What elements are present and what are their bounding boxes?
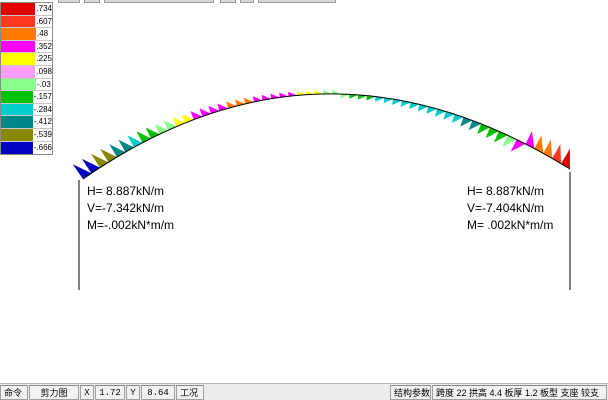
legend-item: .734 <box>1 3 52 16</box>
legend-swatch <box>1 116 33 128</box>
shear-fill-layer <box>72 89 570 179</box>
left-m-value: M=-.002kN*m/m <box>87 218 175 232</box>
y-label: Y <box>126 384 140 400</box>
legend-label: .352 <box>36 41 52 51</box>
y-coordinate: 8.64 <box>141 384 175 400</box>
legend-item: .225 <box>1 53 52 66</box>
legend-label: -.666 <box>33 142 52 152</box>
shear-segment <box>323 90 332 94</box>
x-label: X <box>80 384 94 400</box>
legend-swatch <box>1 15 36 28</box>
legend-item: .607 <box>1 15 52 29</box>
struct-params-label: 结构参数 <box>390 384 431 400</box>
legend-label: -.03 <box>37 79 51 89</box>
color-legend: .734 .607 .48 .352 .225 .098 -.03 -.157 -.284 -.4… <box>0 2 53 156</box>
legend-item: -.412 <box>1 116 52 129</box>
right-h-value: H= 8.887kN/m <box>467 184 545 198</box>
legend-label: -.284 <box>33 104 52 114</box>
status-bar: 命令 剪力图 X 1.72 Y 8.64 工况 结构参数 跨度 22 拱高 4.… <box>0 383 608 400</box>
right-v-value: V=-7.404kN/m <box>467 201 545 215</box>
legend-item: .098 <box>1 65 52 79</box>
legend-swatch <box>1 65 36 78</box>
legend-swatch <box>1 128 33 141</box>
legend-label: -.539 <box>33 129 52 139</box>
legend-label: .607 <box>36 16 52 26</box>
struct-params-value: 跨度 22 拱高 4.4 板厚 1.2 板型 支座 铰支 <box>432 384 607 400</box>
left-h-value: H= 8.887kN/m <box>87 184 165 198</box>
legend-item: -.157 <box>1 91 52 104</box>
legend-item: .48 <box>1 28 52 41</box>
legend-swatch <box>1 78 36 91</box>
right-m-value: M= .002kN*m/m <box>467 218 554 232</box>
legend-label: .098 <box>36 66 52 76</box>
legend-swatch <box>1 103 33 116</box>
legend-label: .225 <box>36 54 52 64</box>
legend-item: .352 <box>1 40 52 54</box>
legend-item: -.03 <box>1 78 52 92</box>
legend-item: -.539 <box>1 128 52 142</box>
legend-swatch <box>1 141 33 155</box>
command-label: 命令 <box>0 384 28 400</box>
legend-item: -.284 <box>1 103 52 117</box>
legend-swatch <box>1 3 36 15</box>
legend-label: -.157 <box>33 92 52 102</box>
legend-swatch <box>1 28 36 40</box>
x-coordinate: 1.72 <box>95 384 125 400</box>
left-v-value: V=-7.342kN/m <box>87 201 165 215</box>
legend-label: -.412 <box>33 117 52 127</box>
left-reaction: H= 8.887kN/m V=-7.342kN/m M=-.002kN*m/m <box>87 183 174 234</box>
legend-label: .48 <box>37 29 49 39</box>
workcase-label: 工况 <box>176 384 204 400</box>
legend-swatch <box>1 91 33 103</box>
right-reaction: H= 8.887kN/m V=-7.404kN/m M= .002kN*m/m <box>467 183 553 234</box>
legend-item: -.666 <box>1 141 52 155</box>
legend-swatch <box>1 40 36 53</box>
legend-label: .734 <box>36 4 52 13</box>
legend-swatch <box>1 53 36 65</box>
mode-label: 剪力图 <box>29 384 79 400</box>
